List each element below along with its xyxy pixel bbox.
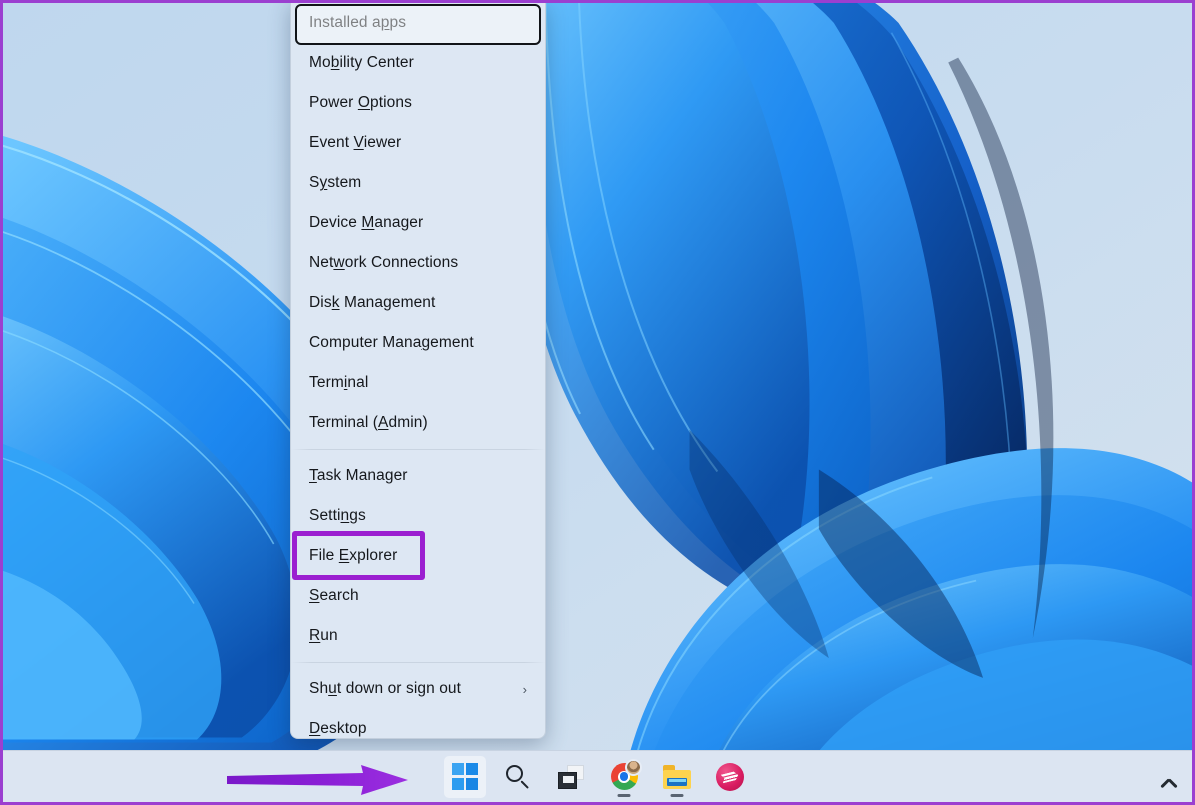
menu-item-desktop[interactable]: Desktop (291, 709, 545, 749)
menu-group-session: Shut down or sign out › Desktop (291, 669, 545, 749)
screen: Installed apps Mobility Center Power Opt… (0, 0, 1195, 805)
taskbar-file-explorer-button[interactable] (656, 756, 698, 798)
taskbar-chrome-button[interactable] (603, 756, 645, 798)
running-indicator (671, 794, 684, 797)
chrome-icon (611, 763, 638, 790)
menu-group-tools: Task Manager Settings File Explorer Sear… (291, 456, 545, 656)
menu-item-terminal[interactable]: Terminal (291, 363, 545, 403)
menu-separator-1 (291, 449, 545, 450)
taskbar-task-view-button[interactable] (550, 756, 592, 798)
menu-item-disk-management[interactable]: Disk Management (291, 283, 545, 323)
task-view-icon (558, 765, 584, 789)
taskbar[interactable] (3, 750, 1192, 802)
chevron-right-icon: › (523, 683, 531, 696)
menu-item-device-manager[interactable]: Device Manager (291, 203, 545, 243)
menu-item-file-explorer[interactable]: File Explorer (291, 536, 545, 576)
running-indicator (618, 794, 631, 797)
menu-item-run[interactable]: Run (291, 616, 545, 656)
taskbar-search-button[interactable] (497, 756, 539, 798)
avatar (625, 759, 642, 776)
menu-item-shut-down-or-sign-out[interactable]: Shut down or sign out › (291, 669, 545, 709)
start-icon (452, 763, 479, 790)
menu-item-system[interactable]: System (291, 163, 545, 203)
menu-item-power-options[interactable]: Power Options (291, 83, 545, 123)
power-user-context-menu[interactable]: Installed apps Mobility Center Power Opt… (290, 0, 546, 739)
chevron-up-icon[interactable] (1158, 766, 1180, 788)
pink-app-icon (716, 763, 744, 791)
taskbar-start-button[interactable] (444, 756, 486, 798)
taskbar-center-group (444, 756, 751, 798)
menu-item-search[interactable]: Search (291, 576, 545, 616)
wallpaper-bloom-graphic (3, 3, 1192, 802)
menu-item-computer-management[interactable]: Computer Management (291, 323, 545, 363)
search-icon (505, 764, 531, 790)
menu-item-mobility-center[interactable]: Mobility Center (291, 43, 545, 83)
menu-item-installed-apps[interactable]: Installed apps (291, 3, 545, 43)
menu-item-terminal-admin[interactable]: Terminal (Admin) (291, 403, 545, 443)
menu-item-settings[interactable]: Settings (291, 496, 545, 536)
menu-item-event-viewer[interactable]: Event Viewer (291, 123, 545, 163)
file-explorer-icon (663, 765, 691, 789)
desktop-wallpaper[interactable] (3, 3, 1192, 802)
menu-separator-2 (291, 662, 545, 663)
menu-item-task-manager[interactable]: Task Manager (291, 456, 545, 496)
menu-group-system: Installed apps Mobility Center Power Opt… (291, 3, 545, 443)
taskbar-pink-app-button[interactable] (709, 756, 751, 798)
taskbar-system-tray[interactable] (1158, 766, 1180, 788)
menu-item-network-connections[interactable]: Network Connections (291, 243, 545, 283)
